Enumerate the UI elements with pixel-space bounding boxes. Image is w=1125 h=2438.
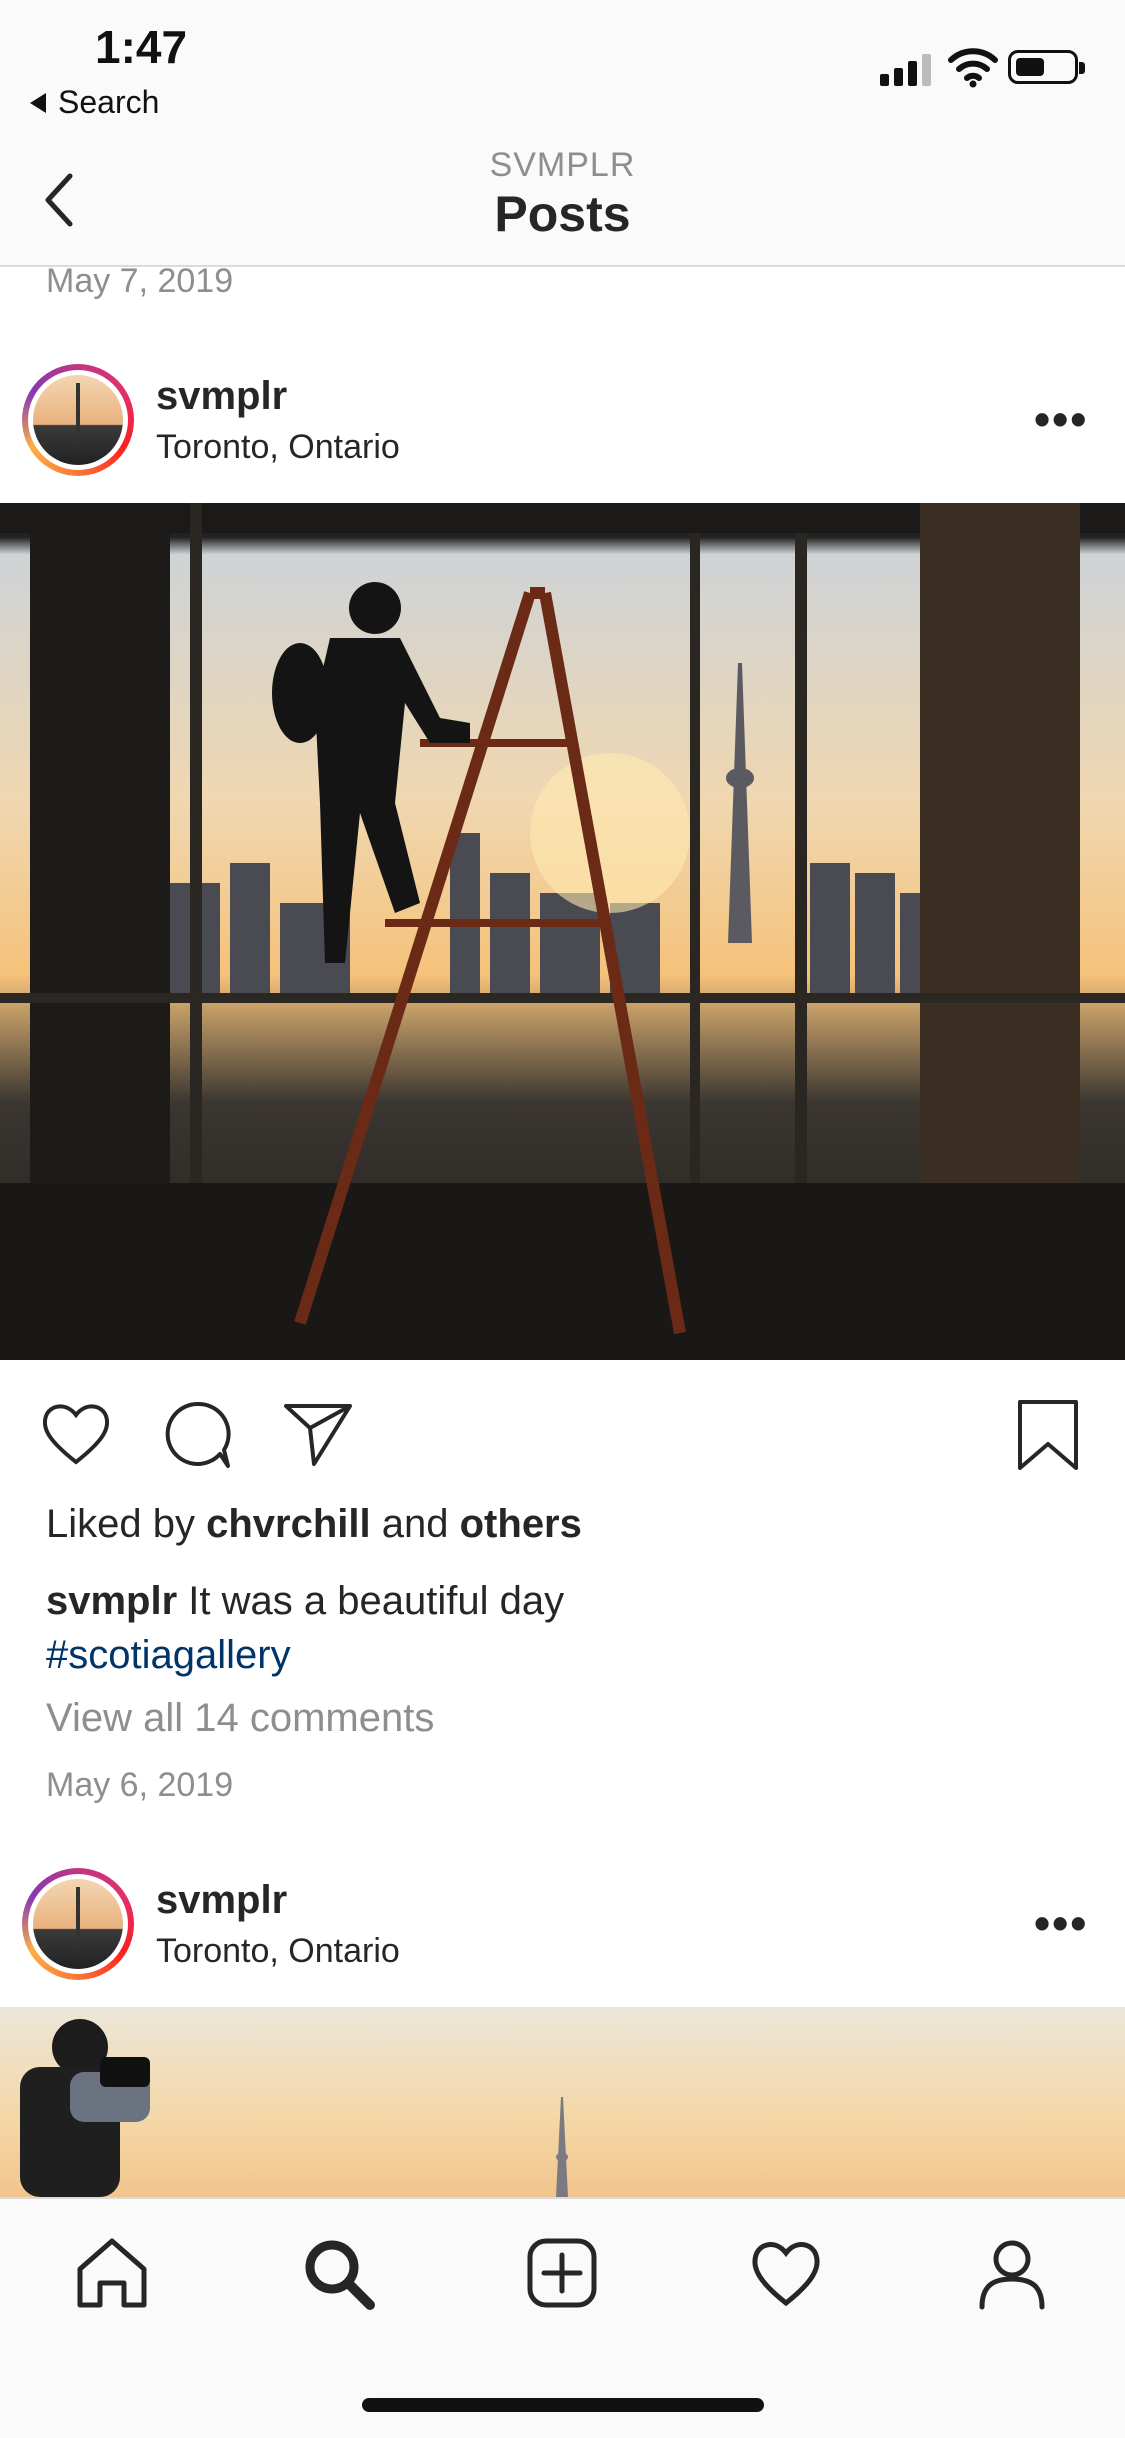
- nav-header: SVMPLR Posts: [0, 130, 1125, 267]
- page-title: Posts: [494, 186, 631, 242]
- post-photo[interactable]: [0, 503, 1125, 1360]
- back-to-app-label: Search: [58, 84, 160, 120]
- status-bar: 1:47 Search: [0, 0, 1125, 130]
- home-icon[interactable]: [72, 2233, 152, 2313]
- likes-summary[interactable]: Liked by chvrchill and others: [46, 1502, 582, 1547]
- wifi-icon: [948, 48, 998, 88]
- profile-icon[interactable]: [972, 2233, 1052, 2313]
- post-date: May 6, 2019: [46, 1766, 234, 1804]
- home-indicator[interactable]: [362, 2398, 764, 2412]
- post-location[interactable]: Toronto, Ontario: [156, 1932, 400, 1971]
- back-triangle-icon: [30, 92, 46, 113]
- liked-by-user[interactable]: chvrchill: [206, 1502, 371, 1546]
- liked-by-others[interactable]: others: [460, 1502, 582, 1546]
- profile-handle-subtitle: SVMPLR: [489, 146, 636, 184]
- save-bookmark-icon[interactable]: [1010, 1396, 1086, 1472]
- cellular-signal-icon: [880, 52, 932, 86]
- back-to-app-link[interactable]: Search: [30, 84, 159, 121]
- activity-heart-icon[interactable]: [746, 2233, 826, 2313]
- add-post-icon[interactable]: [522, 2233, 602, 2313]
- search-icon[interactable]: [298, 2233, 378, 2313]
- post-photo[interactable]: [0, 2007, 1125, 2197]
- post-caption: svmplr It was a beautiful day #scotiagal…: [46, 1574, 1076, 1682]
- post-username[interactable]: svmplr: [156, 1878, 287, 1923]
- caption-username[interactable]: svmplr: [46, 1579, 177, 1623]
- share-send-icon[interactable]: [280, 1396, 356, 1472]
- battery-icon: [1008, 50, 1085, 84]
- status-time: 1:47: [95, 21, 188, 73]
- post-location[interactable]: Toronto, Ontario: [156, 428, 400, 467]
- post-username[interactable]: svmplr: [156, 374, 287, 419]
- likes-prefix: Liked by: [46, 1502, 195, 1546]
- caption-hashtag[interactable]: #scotiagallery: [46, 1633, 291, 1677]
- previous-post-date: May 7, 2019: [46, 262, 234, 300]
- like-heart-icon[interactable]: [38, 1396, 114, 1472]
- caption-text: It was a beautiful day: [188, 1579, 565, 1623]
- avatar[interactable]: [22, 364, 134, 476]
- comment-bubble-icon[interactable]: [160, 1396, 236, 1472]
- view-comments-link[interactable]: View all 14 comments: [46, 1696, 434, 1741]
- more-options-icon[interactable]: •••: [1034, 392, 1088, 446]
- more-options-icon[interactable]: •••: [1034, 1896, 1088, 1950]
- likes-middle: and: [381, 1502, 449, 1546]
- avatar[interactable]: [22, 1868, 134, 1980]
